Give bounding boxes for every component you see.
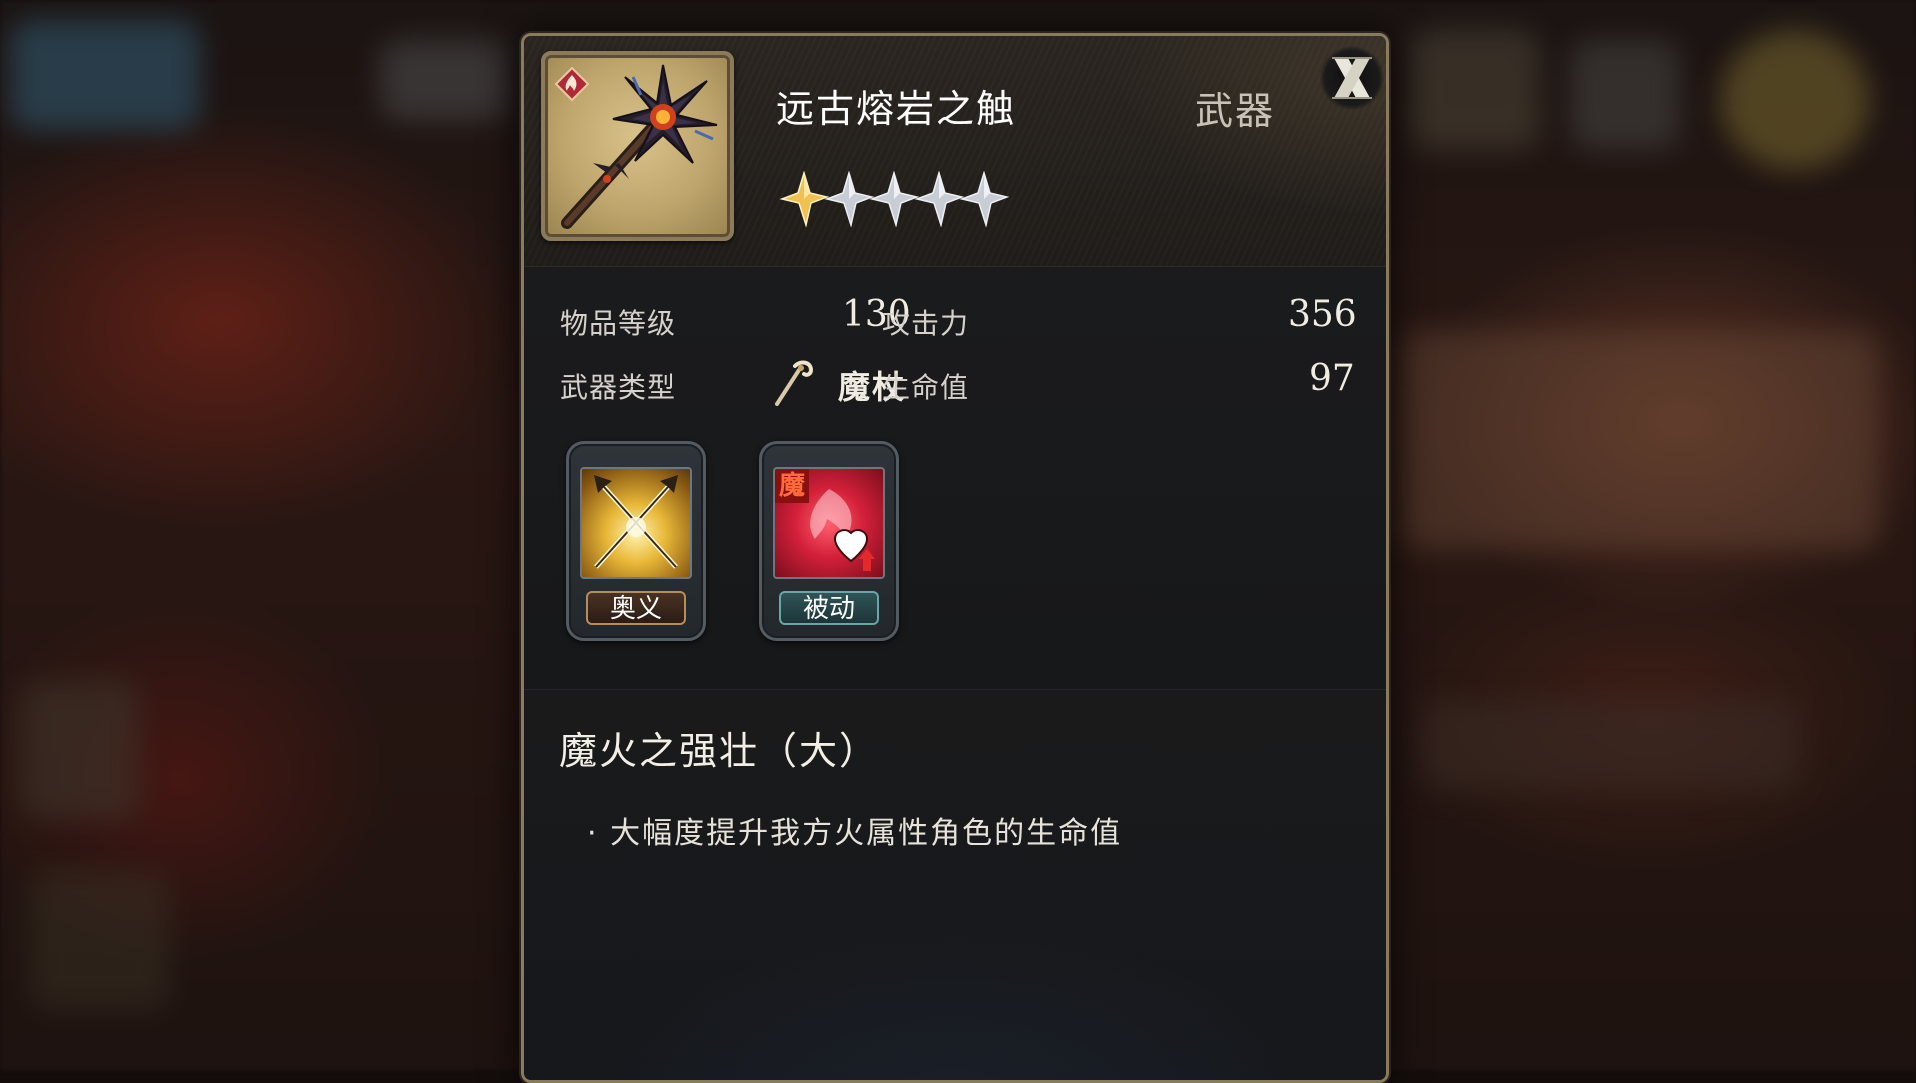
blurred-bg-element bbox=[20, 680, 140, 820]
hp-label: 生命值 bbox=[882, 371, 970, 404]
wand-icon bbox=[775, 360, 814, 406]
fire-heart-up-icon: 魔 bbox=[773, 467, 885, 579]
item-icon-frame bbox=[541, 51, 734, 241]
hp-value: 97 bbox=[1309, 358, 1355, 399]
skill-tag-passive: 被动 bbox=[779, 591, 879, 625]
crossed-spears-icon bbox=[580, 467, 692, 579]
blurred-bg-element bbox=[380, 40, 510, 120]
item-category: 武器 bbox=[1195, 89, 1276, 133]
star-empty-icon bbox=[959, 171, 1009, 227]
weapon-type-label: 武器类型 bbox=[560, 371, 677, 404]
skill-tile-passive[interactable]: 魔 被动 bbox=[759, 441, 899, 641]
item-level-label: 物品等级 bbox=[560, 307, 677, 340]
star-empty-icon bbox=[914, 171, 964, 227]
skill-tile-ougi[interactable]: 奥义 bbox=[566, 441, 706, 641]
skill-title: 魔火之强壮（大） bbox=[559, 729, 880, 773]
close-button[interactable] bbox=[1320, 46, 1384, 110]
star-empty-icon bbox=[869, 171, 919, 227]
magic-badge: 魔 bbox=[775, 469, 809, 503]
fire-element-icon bbox=[555, 67, 589, 101]
blurred-bg-element bbox=[1570, 40, 1680, 150]
star-empty-icon bbox=[824, 171, 874, 227]
skill-effect-text: · 大幅度提升我方火属性角色的生命值 bbox=[587, 816, 1123, 851]
attack-value: 356 bbox=[1288, 294, 1357, 335]
skill-tag-ougi: 奥义 bbox=[586, 591, 686, 625]
star-filled-icon bbox=[779, 171, 829, 227]
attack-label: 攻击力 bbox=[882, 307, 970, 340]
item-name: 远古熔岩之触 bbox=[776, 87, 1017, 131]
skill-description-area: 魔火之强壮（大） · 大幅度提升我方火属性角色的生命值 bbox=[524, 689, 1386, 1080]
blurred-bg-element bbox=[1720, 30, 1870, 170]
blurred-bg-element bbox=[30, 870, 170, 1010]
close-icon bbox=[1332, 57, 1372, 99]
item-header: 远古熔岩之触 武器 bbox=[524, 36, 1386, 267]
blurred-bg-element bbox=[10, 20, 200, 130]
blurred-bg-element bbox=[1410, 30, 1540, 150]
item-detail-panel: 远古熔岩之触 武器 物品等级 130 攻击力 356 武器类型 魔杖 生命值 9… bbox=[521, 33, 1389, 1083]
blurred-bg-element bbox=[1400, 330, 1880, 550]
blurred-bg-element bbox=[1420, 700, 1800, 790]
